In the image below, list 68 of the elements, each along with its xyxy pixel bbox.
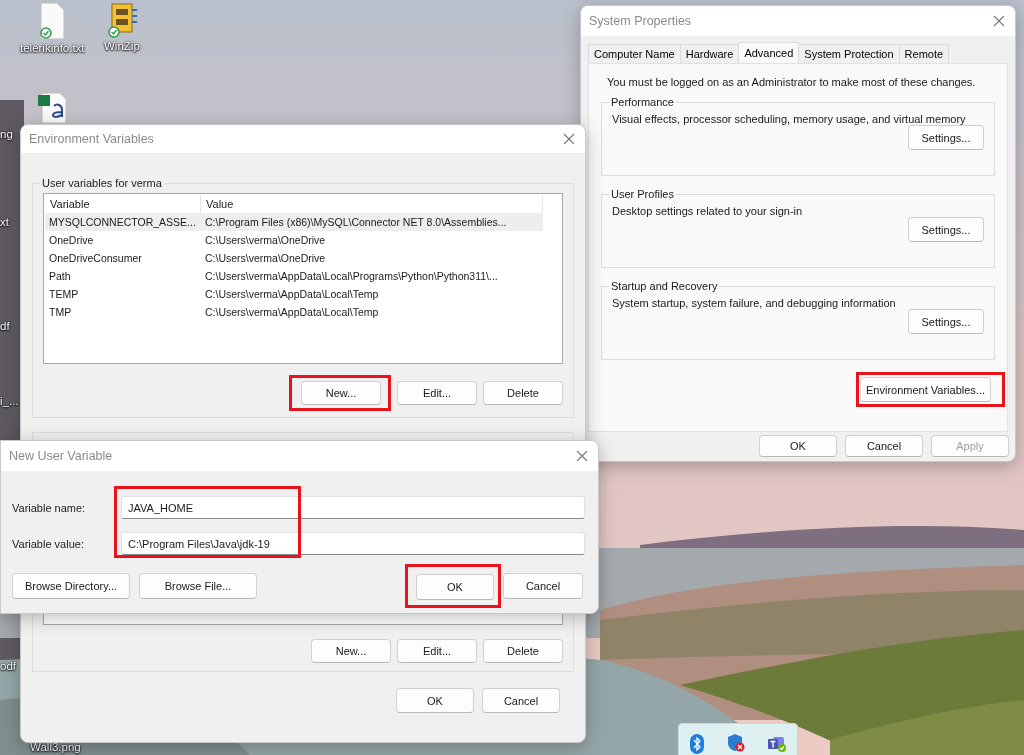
desktop-icon-label[interactable]: xt xyxy=(0,216,9,228)
list-button[interactable]: New... xyxy=(301,381,381,405)
window-title: Environment Variables xyxy=(29,132,154,146)
variable-row[interactable]: OneDrive C:\Users\verma\OneDrive xyxy=(45,231,543,249)
tab[interactable]: System Protection xyxy=(798,44,900,63)
variable-row[interactable]: TEMP C:\Users\verma\AppData\Local\Temp xyxy=(45,285,543,303)
tab[interactable]: Computer Name xyxy=(588,44,681,63)
desktop-icon-label[interactable]: ng xyxy=(0,128,13,140)
tab[interactable]: Advanced xyxy=(738,42,800,63)
list-button[interactable]: Delete xyxy=(483,639,563,663)
dialog-button[interactable]: OK xyxy=(416,574,494,600)
list-button[interactable]: Edit... xyxy=(397,381,477,405)
file-cabinet-icon[interactable] xyxy=(105,2,138,38)
variable-row[interactable]: OneDriveConsumer C:\Users\verma\OneDrive xyxy=(45,249,543,267)
variable-row[interactable]: TMP C:\Users\verma\AppData\Local\Temp xyxy=(45,303,543,321)
variable-row[interactable]: MYSQLCONNECTOR_ASSE... C:\Program Files (x86)\MySQL\Connector NET 8.0\Assemblies... xyxy=(45,213,543,231)
dialog-button[interactable]: Browse File... xyxy=(139,573,257,599)
settings-button[interactable]: Settings... xyxy=(908,309,984,334)
variable-row[interactable]: Path C:\Users\verma\AppData\Local\Programs\Python\Python311\... xyxy=(45,267,543,285)
window-title: System Properties xyxy=(589,14,692,28)
input-field[interactable]: C:\Program Files\Java\jdk-19 xyxy=(121,532,585,555)
settings-button[interactable]: Settings... xyxy=(908,217,984,242)
chat-app-icon[interactable] xyxy=(767,734,786,752)
variable-name: TMP xyxy=(48,305,73,320)
list-button[interactable]: New... xyxy=(311,639,391,663)
variable-name: OneDriveConsumer xyxy=(48,251,143,266)
variable-name: MYSQLCONNECTOR_ASSE... xyxy=(48,215,197,230)
desktop-icon-label[interactable]: df xyxy=(0,320,10,332)
text-file-icon[interactable] xyxy=(38,2,67,40)
group-title: User Profiles xyxy=(610,188,675,200)
dialog-button[interactable]: Cancel xyxy=(503,573,583,599)
list-button[interactable]: Edit... xyxy=(397,639,477,663)
dialog-button[interactable]: OK xyxy=(759,435,837,457)
group-description: Desktop settings related to your sign-in xyxy=(612,205,804,217)
dialog-button[interactable]: Cancel xyxy=(845,435,923,457)
field-label: Variable name: xyxy=(12,501,87,514)
variable-name: TEMP xyxy=(48,287,80,302)
variable-value: C:\Users\verma\OneDrive xyxy=(204,251,327,266)
variable-value: C:\Users\verma\AppData\Local\Temp xyxy=(204,305,380,320)
window-title: New User Variable xyxy=(9,449,113,463)
group-title: Startup and Recovery xyxy=(610,280,719,292)
close-icon[interactable] xyxy=(993,15,1005,27)
variable-value: C:\Users\verma\AppData\Local\Temp xyxy=(204,287,380,302)
group-description: Visual effects, processor scheduling, memory usage, and virtual memory xyxy=(612,113,967,125)
document-icon[interactable] xyxy=(36,92,68,124)
settings-button[interactable]: Settings... xyxy=(908,125,984,150)
shield-icon[interactable] xyxy=(727,734,745,752)
variable-name: Path xyxy=(48,269,72,284)
field-label: Variable value: xyxy=(12,537,85,550)
group-title: Performance xyxy=(610,96,675,108)
dialog-button[interactable]: Cancel xyxy=(482,688,560,713)
environment-variables-button[interactable]: Environment Variables... xyxy=(860,377,991,402)
group-description: System startup, system failure, and debugging information xyxy=(612,297,897,309)
notice-text: You must be logged on as an Administrator to make most of these changes. xyxy=(606,76,977,88)
variable-value: C:\Users\verma\AppData\Local\Programs\Python\Python311\... xyxy=(204,269,499,284)
list-button[interactable]: Delete xyxy=(483,381,563,405)
tab[interactable]: Remote xyxy=(898,44,950,63)
group-title: User variables for verma xyxy=(41,177,163,189)
desktop-icon-label[interactable]: i_... xyxy=(0,395,19,407)
dialog-button[interactable]: OK xyxy=(396,688,474,713)
close-icon[interactable] xyxy=(576,450,588,462)
dialog-button[interactable]: Browse Directory... xyxy=(12,573,130,599)
variable-value: C:\Program Files (x86)\MySQL\Connector NET 8.0\Assemblies... xyxy=(204,215,508,230)
variable-name: OneDrive xyxy=(48,233,95,248)
bluetooth-icon[interactable] xyxy=(690,734,705,754)
close-icon[interactable] xyxy=(563,133,575,145)
input-field[interactable]: JAVA_HOME xyxy=(121,496,585,519)
variable-value: C:\Users\verma\OneDrive xyxy=(204,233,327,248)
